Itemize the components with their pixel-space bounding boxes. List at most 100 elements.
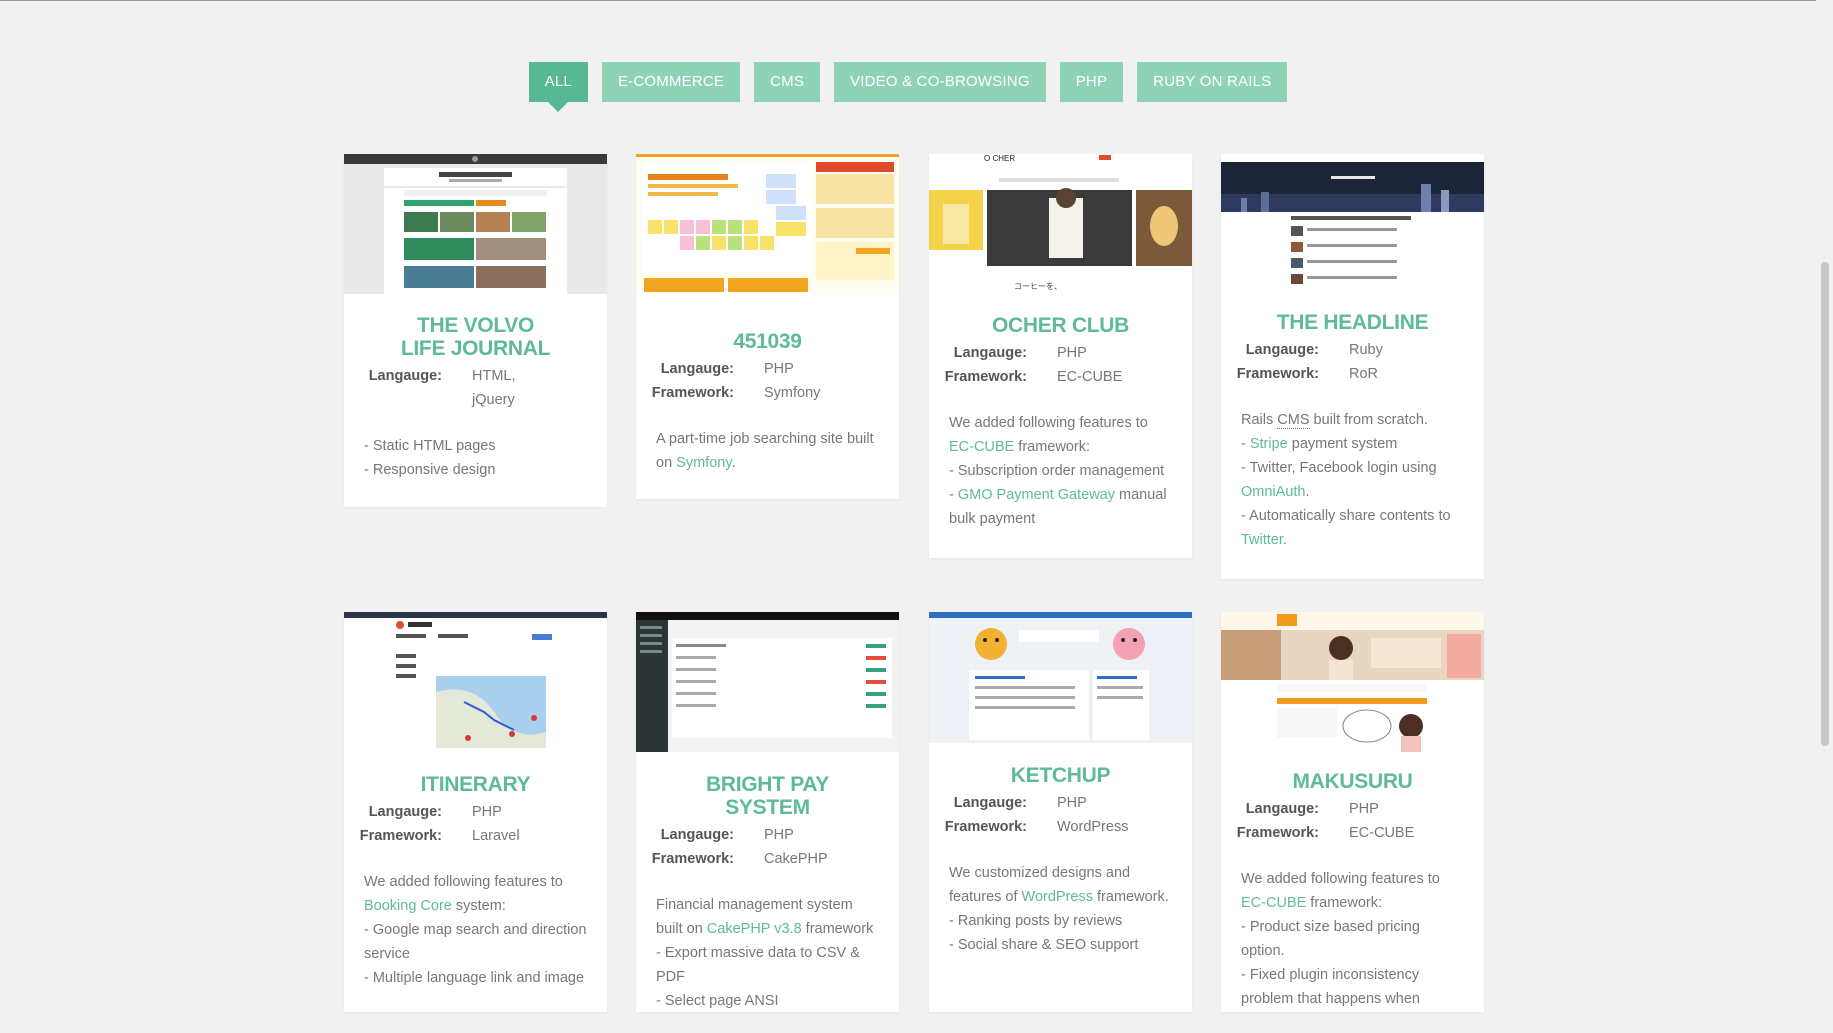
description-text: - Static HTML pages — [364, 438, 496, 454]
language-label: Langauge: — [1245, 342, 1319, 358]
description-text: payment system — [1287, 436, 1398, 452]
description-line: - Static HTML pages — [364, 434, 587, 458]
framework-value: CakePHP — [764, 851, 828, 867]
description-text: - — [949, 487, 958, 503]
language-value: HTML, jQuery — [472, 368, 516, 408]
portfolio-card-itinerary[interactable]: ITINERARY Langauge: PHP Framework: Larav… — [344, 612, 607, 1012]
language-label: Langauge: — [368, 368, 442, 384]
language-value: PHP — [764, 361, 794, 377]
project-thumbnail[interactable] — [344, 154, 607, 294]
portfolio-card-ocher-club[interactable]: O CHER コーヒーを、 OCHER CLUB Langauge: PHP F… — [929, 154, 1192, 558]
language-label: Langauge: — [953, 795, 1027, 811]
filter-e-commerce[interactable]: E-COMMERCE — [601, 62, 741, 102]
project-thumbnail[interactable] — [636, 154, 899, 294]
description-text: - Fixed plugin inconsistency problem tha… — [1241, 967, 1420, 1007]
description-link[interactable]: Stripe — [1250, 436, 1288, 452]
project-description: Rails CMS built from scratch. - Stripe pa… — [1221, 408, 1484, 572]
project-description: Financial management system built on Cak… — [636, 893, 899, 1033]
scrollbar-thumb[interactable] — [1821, 262, 1829, 746]
description-link[interactable]: CakePHP v3.8 — [707, 921, 802, 937]
project-thumbnail[interactable] — [1221, 612, 1484, 752]
description-text: We added following features to — [1241, 871, 1440, 887]
project-thumbnail[interactable] — [929, 612, 1192, 743]
description-link[interactable]: Symfony — [676, 455, 731, 471]
language-value: PHP — [1057, 345, 1087, 361]
description-text: - Ranking posts by reviews — [949, 913, 1123, 929]
description-text: framework: — [1306, 895, 1383, 911]
description-line: Financial management system built on Cak… — [656, 893, 879, 941]
project-description: We added following features to EC-CUBE f… — [929, 411, 1192, 551]
project-meta: Langauge: Ruby Framework: RoR — [1221, 338, 1484, 386]
filter-ruby-on-rails[interactable]: RUBY ON RAILS — [1137, 62, 1288, 102]
description-line: - GMO Payment Gateway manual bulk paymen… — [949, 483, 1172, 531]
description-link[interactable]: EC-CUBE — [1241, 895, 1306, 911]
description-link[interactable]: OmniAuth — [1241, 484, 1305, 500]
description-text: . — [1305, 484, 1310, 500]
description-link[interactable]: Twitter — [1241, 532, 1283, 548]
project-thumbnail[interactable] — [1221, 154, 1484, 294]
description-line: - Google map search and direction servic… — [364, 918, 587, 966]
project-title: KETCHUP — [1010, 764, 1111, 787]
project-thumbnail[interactable] — [344, 612, 607, 752]
portfolio-card-volvo-life-journal[interactable]: THE VOLVO LIFE JOURNAL Langauge: HTML, j… — [344, 154, 607, 507]
description-text: - Responsive design — [364, 462, 496, 478]
framework-value: Symfony — [764, 385, 821, 401]
project-thumbnail[interactable] — [636, 612, 899, 752]
filter-cms[interactable]: CMS — [754, 62, 821, 102]
language-value: PHP — [1057, 795, 1087, 811]
abbreviation: CMS — [1277, 412, 1310, 429]
description-text: Rails — [1241, 412, 1278, 428]
description-line: - Stripe payment system — [1241, 432, 1464, 456]
filter-all[interactable]: ALL — [528, 62, 588, 112]
framework-label: Framework: — [944, 369, 1027, 385]
top-divider — [0, 0, 1833, 1]
project-description: We added following features to Booking C… — [344, 870, 607, 1010]
project-thumbnail[interactable]: O CHER コーヒーを、 — [929, 154, 1192, 294]
description-link[interactable]: EC-CUBE — [949, 439, 1014, 455]
portfolio-card-makusuru[interactable]: MAKUSURU Langauge: PHP Framework: EC-CUB… — [1221, 612, 1484, 1012]
framework-label: Framework: — [1236, 366, 1319, 382]
project-meta: Langauge: PHP Framework: Laravel — [344, 800, 607, 848]
description-text: framework. — [1093, 889, 1169, 905]
framework-label: Framework: — [1236, 825, 1319, 841]
portfolio-card-ketchup[interactable]: KETCHUP Langauge: PHP Framework: WordPre… — [929, 612, 1192, 1012]
description-line: We customized designs and features of Wo… — [949, 861, 1172, 909]
project-meta: Langauge: PHP Framework: CakePHP — [636, 823, 899, 871]
language-label: Langauge: — [953, 345, 1027, 361]
portfolio-card-bright-pay-system[interactable]: BRIGHT PAY SYSTEM Langauge: PHP Framewor… — [636, 612, 899, 1012]
project-description: We customized designs and features of Wo… — [929, 861, 1192, 977]
description-line: - Automatically share contents to Twitte… — [1241, 504, 1464, 552]
framework-label: Framework: — [651, 385, 734, 401]
description-text: . — [731, 455, 736, 471]
description-text: - — [1241, 436, 1250, 452]
language-label: Langauge: — [1245, 801, 1319, 817]
description-link[interactable]: Booking Core — [364, 898, 452, 914]
language-value: Ruby — [1349, 342, 1383, 358]
page-scrollbar[interactable] — [1816, 0, 1833, 977]
project-title: MAKUSURU — [1292, 770, 1413, 793]
framework-value: WordPress — [1057, 819, 1129, 835]
description-text: - Google map search and direction servic… — [364, 922, 587, 962]
project-meta: Langauge: PHP Framework: EC-CUBE — [1221, 797, 1484, 845]
framework-label: Framework: — [944, 819, 1027, 835]
project-meta: Langauge: PHP Framework: WordPress — [929, 791, 1192, 839]
portfolio-card-451039[interactable]: 451039 Langauge: PHP Framework: Symfony … — [636, 154, 899, 499]
project-title: 451039 — [733, 330, 802, 353]
project-title: BRIGHT PAY SYSTEM — [705, 773, 830, 819]
description-line: Rails CMS built from scratch. — [1241, 408, 1464, 432]
language-label: Langauge: — [660, 361, 734, 377]
filter-php[interactable]: PHP — [1059, 62, 1124, 102]
description-line: - Fixed plugin inconsistency problem tha… — [1241, 963, 1464, 1011]
description-text: - Automatically share contents to — [1241, 508, 1451, 524]
portfolio-card-the-headline[interactable]: THE HEADLINE Langauge: Ruby Framework: R… — [1221, 154, 1484, 579]
project-meta: Langauge: PHP Framework: EC-CUBE — [929, 341, 1192, 389]
framework-value: RoR — [1349, 366, 1379, 382]
description-line: - Product size based pricing option. — [1241, 915, 1464, 963]
description-link[interactable]: GMO Payment Gateway — [958, 487, 1115, 503]
filter-video-co-browsing[interactable]: VIDEO & CO-BROWSING — [834, 62, 1046, 102]
framework-value: EC-CUBE — [1057, 369, 1123, 385]
description-link[interactable]: WordPress — [1022, 889, 1093, 905]
project-title: THE VOLVO LIFE JOURNAL — [400, 314, 551, 360]
description-text: . — [1282, 532, 1287, 548]
description-text: - Select page ANSI — [656, 993, 779, 1009]
